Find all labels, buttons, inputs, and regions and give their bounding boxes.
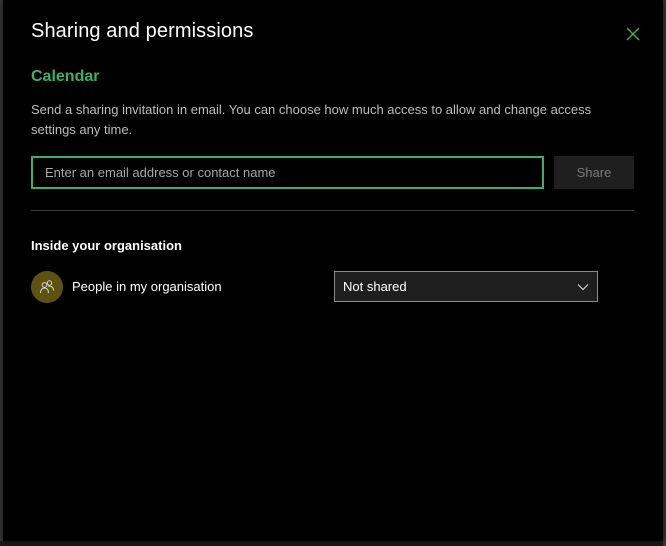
share-button[interactable]: Share bbox=[554, 156, 634, 189]
organisation-heading: Inside your organisation bbox=[31, 238, 182, 253]
dialog-title: Sharing and permissions bbox=[31, 20, 254, 42]
section-divider bbox=[31, 210, 634, 211]
chevron-down-icon bbox=[577, 283, 589, 290]
close-icon bbox=[626, 27, 640, 41]
sharing-dialog: Sharing and permissions Calendar Send a … bbox=[3, 0, 663, 541]
permission-dropdown[interactable]: Not shared bbox=[334, 271, 598, 302]
email-input[interactable] bbox=[31, 156, 544, 189]
people-icon bbox=[40, 280, 54, 294]
background-bottom-strip bbox=[0, 541, 666, 546]
sharing-description: Send a sharing invitation in email. You … bbox=[31, 102, 592, 137]
permission-value: Not shared bbox=[343, 279, 407, 294]
people-in-organisation-label: People in my organisation bbox=[72, 279, 222, 294]
avatar bbox=[31, 271, 63, 303]
calendar-name: Calendar bbox=[31, 68, 100, 85]
close-button[interactable] bbox=[623, 24, 643, 44]
